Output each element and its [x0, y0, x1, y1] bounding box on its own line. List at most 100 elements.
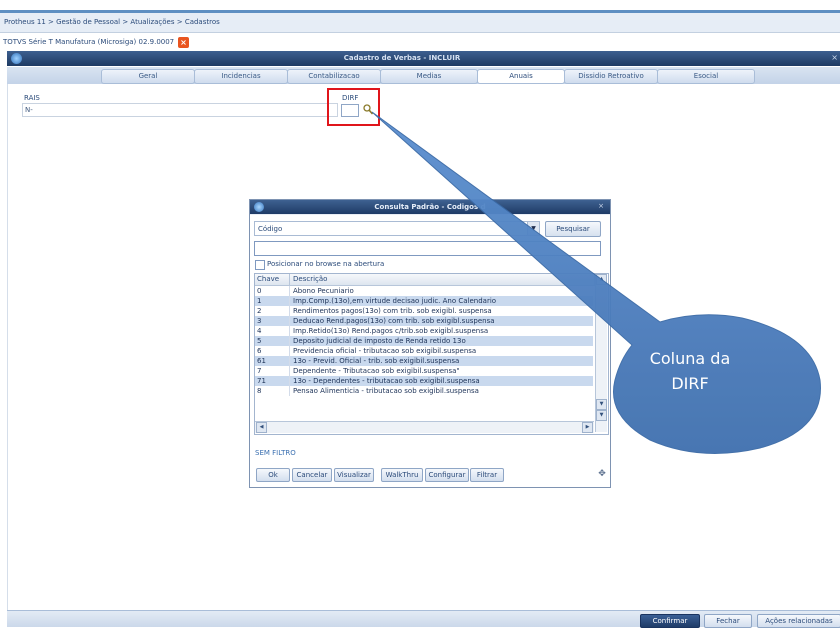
- scroll-left-icon[interactable]: ◀: [256, 422, 267, 433]
- row-divider: [289, 306, 290, 316]
- app-subtitle: TOTVS Série T Manufatura (Microsiga) 02.…: [3, 38, 175, 46]
- tab-incidencias[interactable]: Incidencias: [194, 69, 288, 84]
- move-icon[interactable]: ✥: [597, 469, 607, 479]
- tab-dissidio-retroativo[interactable]: Dissidio Retroativo: [564, 69, 658, 84]
- row-key: 3: [257, 317, 262, 325]
- lookup-dialog: Consulta Padrão - Codigos d × Código ▼ P…: [249, 199, 611, 488]
- row-key: 4: [257, 327, 262, 335]
- row-divider: [289, 296, 290, 306]
- row-divider: [289, 386, 290, 396]
- horizontal-scrollbar[interactable]: ◀ ▶: [255, 421, 594, 433]
- table-row[interactable]: 8 Pensao Alimenticia - tributacao sob exi…: [255, 386, 593, 396]
- breadcrumb: Protheus 11 > Gestão de Pessoal > Atuali…: [0, 13, 840, 33]
- table-row[interactable]: 7 Dependente - Tributacao sob exigibil.su…: [255, 366, 593, 376]
- results-grid: Chave Descrição 0 Abono Pecuniario 1 Imp.Co…: [254, 273, 609, 435]
- window-close-icon[interactable]: ×: [831, 53, 838, 62]
- scroll-top-icon[interactable]: ▲: [596, 274, 607, 285]
- vertical-scrollbar[interactable]: ▲ ▼ ▼: [595, 274, 607, 432]
- tab-medias[interactable]: Medias: [380, 69, 478, 84]
- table-row[interactable]: 6 Previdencia oficial - tributacao sob ex…: [255, 346, 593, 356]
- row-key: 1: [257, 297, 262, 305]
- row-description: Previdencia oficial - tributacao sob exi…: [293, 347, 477, 355]
- window-titlebar: Cadastro de Verbas - INCLUIR ×: [7, 51, 840, 66]
- bottom-action-bar: Confirmar Fechar Ações relacionadas: [7, 610, 840, 628]
- visualizar-button[interactable]: Visualizar: [334, 468, 374, 482]
- row-key: 2: [257, 307, 262, 315]
- scroll-page-down-icon[interactable]: ▼: [596, 399, 607, 410]
- row-key: 7: [257, 367, 262, 375]
- ok-button[interactable]: Ok: [256, 468, 290, 482]
- row-description: Deducao Rend.pagos(13o) com trib. sob ex…: [293, 317, 495, 325]
- row-description: Abono Pecuniario: [293, 287, 354, 295]
- row-description: Rendimentos pagos(13o) com trib. sob exi…: [293, 307, 492, 315]
- filter-status: SEM FILTRO: [255, 449, 296, 457]
- row-description: Pensao Alimenticia - tributacao sob exig…: [293, 387, 479, 395]
- row-description: Dependente - Tributacao sob exigibil.sus…: [293, 367, 460, 375]
- chevron-down-icon[interactable]: ▼: [527, 222, 539, 235]
- row-key: 61: [257, 357, 266, 365]
- position-checkbox[interactable]: [255, 260, 265, 270]
- search-by-value: Código: [258, 225, 283, 233]
- column-header-chave[interactable]: Chave: [255, 274, 290, 286]
- row-divider: [289, 326, 290, 336]
- filtrar-button[interactable]: Filtrar: [470, 468, 504, 482]
- row-description: 13o - Dependentes - tributacao sob exigi…: [293, 377, 480, 385]
- row-divider: [289, 346, 290, 356]
- callout-line-2: DIRF: [671, 374, 709, 393]
- tab-contabilizacao[interactable]: Contabilizacao: [287, 69, 381, 84]
- table-row[interactable]: 3 Deducao Rend.pagos(13o) com trib. sob e…: [255, 316, 593, 326]
- row-key: 5: [257, 337, 262, 345]
- tab-esocial[interactable]: Esocial: [657, 69, 755, 84]
- rais-select[interactable]: N-: [22, 103, 338, 117]
- column-header-descricao[interactable]: Descrição: [290, 274, 595, 286]
- row-divider: [289, 286, 290, 296]
- dirf-highlight-box: [327, 88, 380, 126]
- row-description: Deposito judicial de imposto de Renda re…: [293, 337, 466, 345]
- callout-line-1: Coluna da: [649, 349, 731, 368]
- row-key: 71: [257, 377, 266, 385]
- tab-anuais[interactable]: Anuais: [477, 69, 565, 84]
- table-row[interactable]: 1 Imp.Comp.(13o),em virtude decisao judic…: [255, 296, 593, 306]
- row-divider: [289, 356, 290, 366]
- row-key: 6: [257, 347, 262, 355]
- row-key: 8: [257, 387, 262, 395]
- row-description: Imp.Comp.(13o),em virtude decisao judic.…: [293, 297, 497, 305]
- row-key: 0: [257, 287, 262, 295]
- rais-label: RAIS: [24, 94, 40, 102]
- dialog-title: Consulta Padrão - Codigos d: [374, 203, 486, 211]
- column-header-chave-label: Chave: [257, 275, 280, 283]
- row-description: 13o - Previd. Oficial - trib. sob exigib…: [293, 357, 460, 365]
- configurar-button[interactable]: Configurar: [425, 468, 469, 482]
- table-row[interactable]: 0 Abono Pecuniario: [255, 286, 593, 296]
- table-row[interactable]: 4 Imp.Retido(13o) Rend.pagos c/trib.sob e…: [255, 326, 593, 336]
- rais-value: N-: [25, 106, 33, 114]
- search-by-select[interactable]: Código ▼: [254, 221, 540, 236]
- dialog-close-icon[interactable]: ×: [596, 202, 606, 212]
- search-input[interactable]: [254, 241, 601, 256]
- window-title: Cadastro de Verbas - INCLUIR: [343, 54, 461, 62]
- table-row[interactable]: 71 13o - Dependentes - tributacao sob exi…: [255, 376, 593, 386]
- position-checkbox-label: Posicionar no browse na abertura: [267, 260, 385, 268]
- scroll-down-icon[interactable]: ▼: [596, 410, 607, 421]
- column-header-descricao-label: Descrição: [293, 275, 328, 283]
- cancelar-button[interactable]: Cancelar: [292, 468, 332, 482]
- walkthru-button[interactable]: WalkThru: [381, 468, 423, 482]
- table-row[interactable]: 61 13o - Previd. Oficial - trib. sob exig…: [255, 356, 593, 366]
- row-divider: [289, 366, 290, 376]
- close-module-icon[interactable]: ×: [178, 37, 189, 48]
- tab-bar: Geral Incidencias Contabilizacao Medias …: [7, 67, 840, 84]
- scroll-right-icon[interactable]: ▶: [582, 422, 593, 433]
- table-row[interactable]: 5 Deposito judicial de imposto de Renda r…: [255, 336, 593, 346]
- breadcrumb-text: Protheus 11 > Gestão de Pessoal > Atuali…: [4, 18, 220, 26]
- row-divider: [289, 336, 290, 346]
- dialog-titlebar: Consulta Padrão - Codigos d ×: [250, 200, 610, 214]
- tab-geral[interactable]: Geral: [101, 69, 195, 84]
- top-accent-bar: [0, 0, 840, 13]
- row-divider: [289, 376, 290, 386]
- row-description: Imp.Retido(13o) Rend.pagos c/trib.sob ex…: [293, 327, 489, 335]
- table-row[interactable]: 2 Rendimentos pagos(13o) com trib. sob ex…: [255, 306, 593, 316]
- pesquisar-button[interactable]: Pesquisar: [545, 221, 601, 237]
- row-divider: [289, 316, 290, 326]
- callout-text: Coluna da DIRF: [623, 346, 757, 396]
- app-subtitle-bar: TOTVS Série T Manufatura (Microsiga) 02.…: [0, 34, 840, 50]
